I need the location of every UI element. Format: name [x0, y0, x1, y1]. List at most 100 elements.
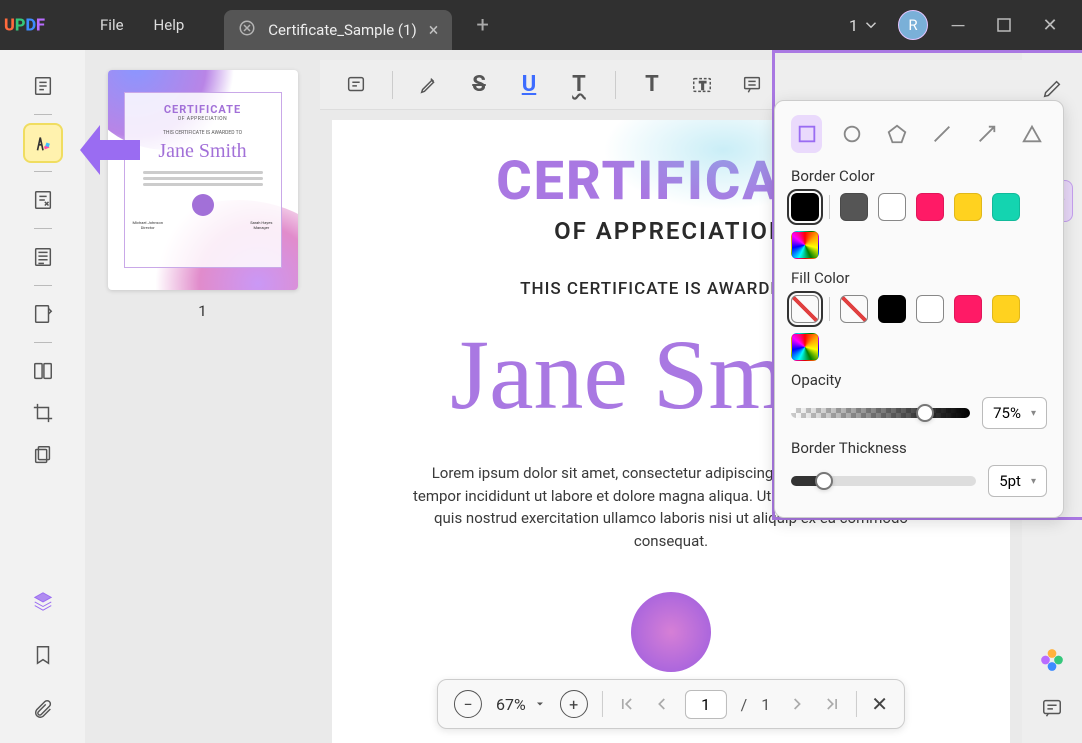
border-swatch-custom[interactable] — [791, 231, 819, 259]
chevron-down-icon: ▾ — [1031, 476, 1036, 487]
zoom-dropdown[interactable]: 67% — [496, 695, 546, 714]
menu-file[interactable]: File — [100, 16, 124, 34]
fill-swatch-pink[interactable] — [954, 295, 982, 323]
page-total: 1 — [761, 695, 774, 714]
chevron-down-icon — [534, 698, 546, 710]
tab-doc-icon — [238, 19, 256, 41]
underline-icon[interactable]: U — [509, 65, 549, 105]
border-color-label: Border Color — [791, 167, 1047, 185]
last-page-button[interactable] — [822, 694, 842, 714]
shape-picker — [791, 115, 1047, 153]
border-swatch-yellow[interactable] — [954, 193, 982, 221]
tab-title: Certificate_Sample (1) — [268, 21, 416, 39]
new-tab-button[interactable]: + — [476, 13, 488, 38]
thumb-title: CERTIFICATE — [133, 103, 273, 116]
prev-page-button[interactable] — [651, 694, 671, 714]
fill-swatch-custom[interactable] — [791, 333, 819, 361]
border-swatch-white[interactable] — [878, 193, 906, 221]
zoom-bar: − 67% + / 1 ✕ — [437, 679, 905, 729]
edit-tool[interactable] — [25, 182, 61, 218]
app-logo: UPDF — [0, 15, 80, 35]
thumbnail-number: 1 — [198, 302, 206, 320]
window-maximize-icon[interactable] — [994, 18, 1014, 32]
fill-color-label: Fill Color — [791, 269, 1047, 287]
user-avatar[interactable]: R — [898, 10, 928, 40]
chat-icon[interactable] — [1041, 697, 1063, 723]
zoom-out-button[interactable]: − — [454, 690, 482, 718]
opacity-thumb[interactable] — [916, 404, 934, 422]
triangle-shape[interactable] — [1016, 115, 1047, 153]
page-sep: / — [741, 695, 748, 714]
highlighter-icon[interactable] — [409, 65, 449, 105]
tab-close-icon[interactable]: × — [429, 20, 439, 41]
next-page-button[interactable] — [788, 694, 808, 714]
main-menu: File Help — [100, 16, 184, 34]
squiggly-icon[interactable]: T — [559, 65, 599, 105]
arrow-shape[interactable] — [971, 115, 1002, 153]
border-swatch-teal[interactable] — [992, 193, 1020, 221]
organize-tool[interactable] — [25, 296, 61, 332]
window-minimize-icon[interactable]: ─ — [948, 15, 968, 36]
svg-text:T: T — [699, 79, 706, 92]
thickness-dropdown[interactable]: 5pt ▾ — [988, 465, 1047, 497]
border-swatch-black[interactable] — [791, 193, 819, 221]
thickness-thumb[interactable] — [815, 472, 833, 490]
thumb-seal — [192, 194, 214, 216]
text-icon[interactable]: T — [632, 65, 672, 105]
page-input[interactable] — [685, 690, 727, 719]
crop-tool[interactable] — [25, 395, 61, 431]
window-close-icon[interactable]: ✕ — [1040, 15, 1060, 36]
thumb-awarded: THIS CERTIFICATE IS AWARDED TO — [133, 130, 273, 136]
menu-help[interactable]: Help — [154, 16, 185, 34]
sticky-note-icon[interactable] — [336, 65, 376, 105]
page-tool[interactable] — [25, 239, 61, 275]
thickness-slider[interactable] — [791, 471, 976, 491]
fill-swatch-black[interactable] — [878, 295, 906, 323]
strikethrough-icon[interactable]: S — [459, 65, 499, 105]
compare-tool[interactable] — [25, 353, 61, 389]
opacity-dropdown[interactable]: 75% ▾ — [982, 397, 1047, 429]
polygon-shape[interactable] — [881, 115, 912, 153]
ai-icon[interactable] — [1039, 647, 1065, 677]
opacity-label: Opacity — [791, 371, 1047, 389]
fill-swatch-yellow[interactable] — [992, 295, 1020, 323]
stack-tool[interactable] — [25, 437, 61, 473]
fill-color-row — [791, 295, 1047, 361]
page-thumbnail[interactable]: CERTIFICATE OF APPRECIATION THIS CERTIFI… — [108, 70, 298, 290]
bookmark-icon[interactable] — [25, 637, 61, 673]
thumb-name: Jane Smith — [133, 140, 273, 163]
comment-tool[interactable] — [25, 125, 61, 161]
opacity-slider[interactable] — [791, 403, 970, 423]
chevron-down-icon — [862, 16, 880, 34]
window-controls: ─ ✕ — [948, 15, 1060, 36]
mode-sidebar — [0, 50, 85, 743]
textbox-icon[interactable]: T — [682, 65, 722, 105]
fill-swatch-none2[interactable] — [840, 295, 868, 323]
document-tab[interactable]: Certificate_Sample (1) × — [224, 10, 452, 50]
title-page-number: 1 — [849, 16, 858, 35]
border-swatch-pink[interactable] — [916, 193, 944, 221]
thumbnail-panel: CERTIFICATE OF APPRECIATION THIS CERTIFI… — [85, 50, 320, 743]
reader-tool[interactable] — [25, 68, 61, 104]
first-page-button[interactable] — [617, 694, 637, 714]
zoombar-close-icon[interactable]: ✕ — [871, 692, 888, 716]
zoom-in-button[interactable]: + — [560, 690, 588, 718]
svg-text:UPDF: UPDF — [4, 15, 45, 34]
layers-icon[interactable] — [25, 583, 61, 619]
fill-swatch-none[interactable] — [791, 295, 819, 323]
attachment-icon[interactable] — [25, 691, 61, 727]
callout-icon[interactable] — [732, 65, 772, 105]
title-page-indicator[interactable]: 1 — [849, 16, 880, 35]
chevron-down-icon: ▾ — [1031, 408, 1036, 419]
fill-swatch-white[interactable] — [916, 295, 944, 323]
thumb-subtitle: OF APPRECIATION — [133, 116, 273, 122]
opacity-value: 75% — [993, 404, 1021, 422]
border-swatch-gray[interactable] — [840, 193, 868, 221]
border-color-row — [791, 193, 1047, 259]
rectangle-shape[interactable] — [791, 115, 822, 153]
thickness-value: 5pt — [999, 472, 1021, 490]
oval-shape[interactable] — [836, 115, 867, 153]
title-bar: UPDF File Help Certificate_Sample (1) × … — [0, 0, 1082, 50]
doc-seal — [631, 592, 711, 672]
line-shape[interactable] — [926, 115, 957, 153]
